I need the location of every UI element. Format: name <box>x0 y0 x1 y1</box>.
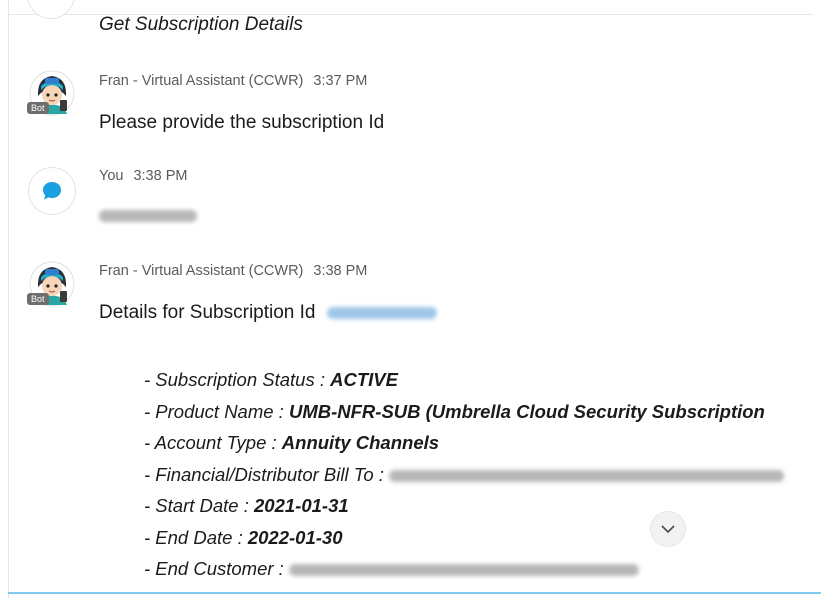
scroll-to-bottom-button[interactable] <box>651 512 685 546</box>
timestamp: 3:38 PM <box>133 168 188 184</box>
detail-label: - End Customer : <box>144 558 289 579</box>
input-focus-rule <box>8 592 821 594</box>
details-heading: Details for Subscription Id <box>99 302 316 323</box>
previous-message: Get Subscription Details <box>99 14 303 35</box>
detail-label: - Financial/Distributor Bill To : <box>144 463 390 485</box>
detail-value: UMB-NFR-SUB (Umbrella Cloud Security Sub… <box>288 400 765 422</box>
timestamp: 3:38 PM <box>313 263 368 279</box>
message-header: You 3:38 PM <box>99 168 187 184</box>
user-avatar <box>29 168 75 214</box>
redacted-text <box>99 209 197 222</box>
sender-name: You <box>99 168 124 184</box>
detail-value: Annuity Channels <box>281 432 440 453</box>
detail-label: - Product Name : <box>144 400 289 422</box>
detail-account-type: - Account Type : Annuity Channels <box>144 427 821 459</box>
detail-end-date: - End Date : 2022-01-30 <box>144 522 821 554</box>
timestamp: 3:37 PM <box>313 73 368 89</box>
chevron-down-icon <box>661 525 675 534</box>
bot-badge: Bot <box>27 102 49 114</box>
bot-avatar: Bot <box>27 70 75 116</box>
sender-name: Fran - Virtual Assistant (CCWR) <box>99 73 304 89</box>
detail-end-customer: - End Customer : <box>144 553 821 585</box>
detail-label: - Start Date : <box>144 495 255 516</box>
bot-badge: Bot <box>27 293 49 305</box>
user-message-text <box>99 205 197 227</box>
message-header: Fran - Virtual Assistant (CCWR) 3:38 PM <box>99 263 367 279</box>
detail-value: 2022-01-30 <box>247 526 343 548</box>
bot-message-text: Please provide the subscription Id <box>99 112 385 133</box>
subscription-details-list: - Subscription Status : ACTIVE - Product… <box>144 364 821 585</box>
bot-avatar: Bot <box>27 261 75 307</box>
detail-bill-to: - Financial/Distributor Bill To : <box>144 459 821 491</box>
sender-name: Fran - Virtual Assistant (CCWR) <box>99 263 304 279</box>
bot-message-text: Details for Subscription Id <box>99 302 437 324</box>
detail-label: - Subscription Status : <box>144 369 331 390</box>
detail-start-date: - Start Date : 2021-01-31 <box>144 490 821 522</box>
detail-value: ACTIVE <box>330 369 398 390</box>
detail-subscription-status: - Subscription Status : ACTIVE <box>144 364 821 396</box>
detail-value: 2021-01-31 <box>254 495 349 516</box>
detail-label: - End Date : <box>144 526 248 548</box>
detail-product-name: - Product Name : UMB-NFR-SUB (Umbrella C… <box>144 396 821 428</box>
avatar <box>28 0 74 18</box>
transcript-left-border <box>8 0 9 598</box>
message-header: Fran - Virtual Assistant (CCWR) 3:37 PM <box>99 73 367 89</box>
redacted-value <box>288 564 639 577</box>
chat-bubble-icon <box>43 182 61 200</box>
detail-label: - Account Type : <box>144 432 282 453</box>
redacted-value <box>389 469 785 482</box>
redacted-subscription-id <box>326 306 437 319</box>
